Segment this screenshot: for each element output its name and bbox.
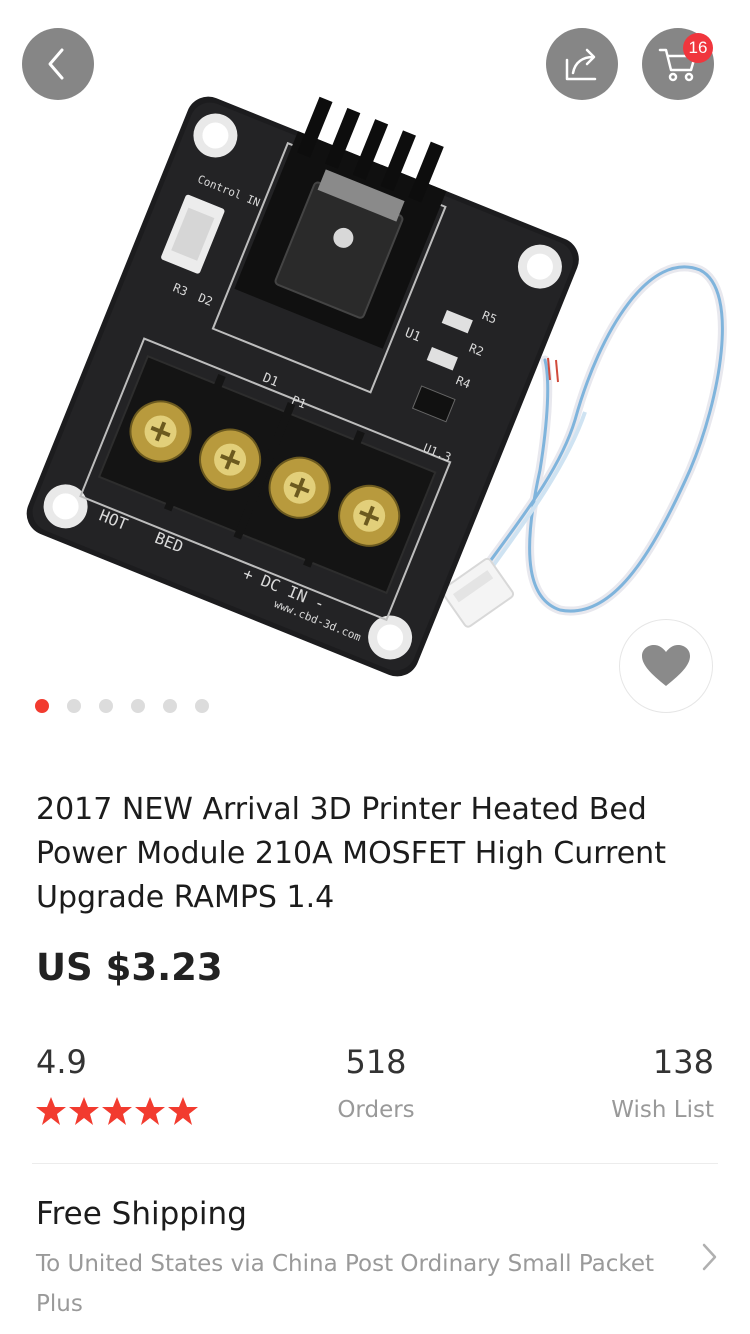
star-icon (168, 1097, 198, 1125)
product-title: 2017 NEW Arrival 3D Printer Heated Bed P… (36, 792, 666, 915)
product-stats: 4.9 518 Orders 138 Wish List (36, 1043, 714, 1143)
gallery-dot[interactable] (67, 699, 81, 713)
star-icon (36, 1097, 66, 1125)
share-button[interactable] (546, 28, 618, 100)
back-button[interactable] (22, 28, 94, 100)
gallery-dot[interactable] (163, 699, 177, 713)
shipping-title: Free Shipping (36, 1196, 247, 1232)
star-icon (69, 1097, 99, 1125)
gallery-dot[interactable] (195, 699, 209, 713)
chevron-left-icon (48, 48, 64, 80)
shipping-description: To United States via China Post Ordinary… (36, 1251, 655, 1317)
gallery-pagination (35, 699, 209, 713)
wishlist-count[interactable]: 138 (653, 1043, 714, 1081)
orders-label: Orders (337, 1097, 415, 1123)
cart-count-badge: 16 (683, 33, 713, 63)
star-icon (102, 1097, 132, 1125)
wishlist-heart-button[interactable] (619, 619, 713, 713)
section-divider (32, 1163, 718, 1164)
gallery-dot[interactable] (99, 699, 113, 713)
chevron-right-icon (702, 1243, 717, 1271)
star-icon (135, 1097, 165, 1125)
heart-icon (642, 645, 690, 686)
rating-stars (36, 1097, 198, 1125)
gallery-dot[interactable] (35, 699, 49, 713)
wishlist-label: Wish List (611, 1097, 714, 1123)
orders-count[interactable]: 518 (326, 1043, 426, 1081)
share-icon (565, 48, 597, 81)
gallery-dot[interactable] (131, 699, 145, 713)
product-price: US $3.23 (36, 946, 223, 989)
rating-value[interactable]: 4.9 (36, 1043, 87, 1081)
